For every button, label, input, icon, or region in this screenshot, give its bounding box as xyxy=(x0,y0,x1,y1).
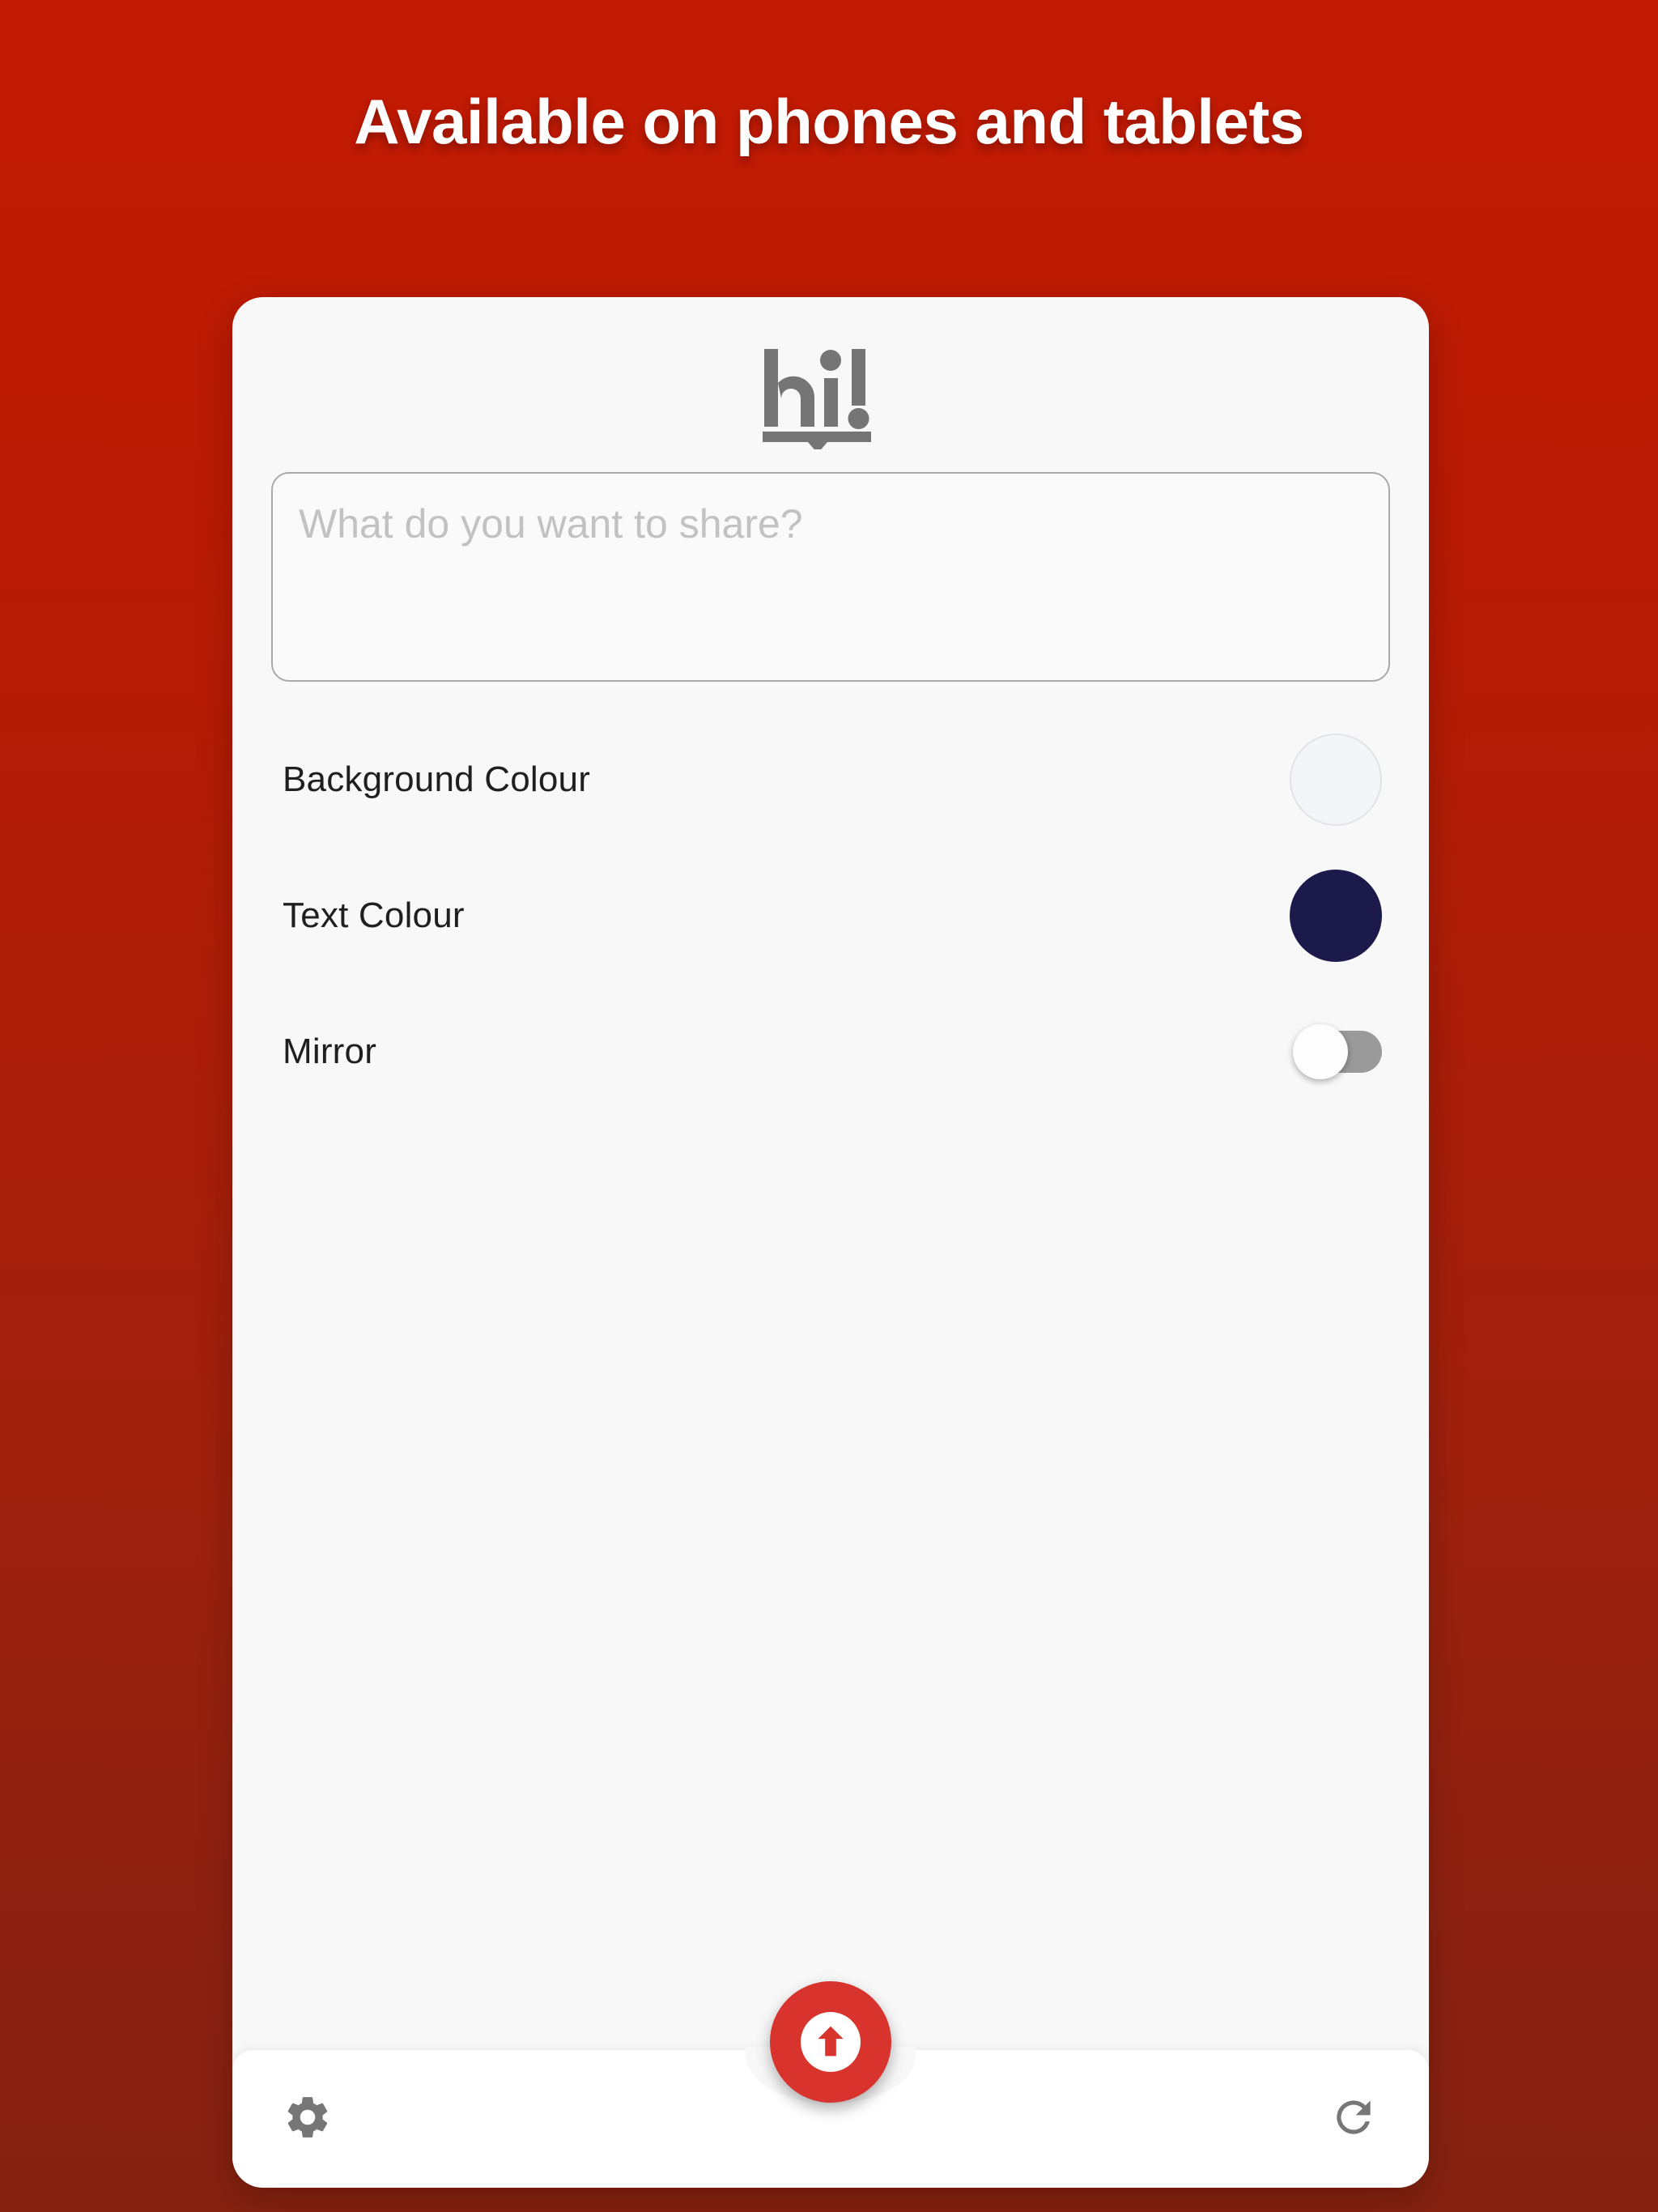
text-colour-swatch-icon[interactable] xyxy=(1290,870,1382,962)
setting-row-background-colour[interactable]: Background Colour xyxy=(232,712,1429,848)
refresh-button[interactable] xyxy=(1324,2089,1384,2149)
settings-list: Background Colour Text Colour Mirror xyxy=(232,712,1429,1120)
setting-label-background-colour: Background Colour xyxy=(283,759,591,799)
hi-speech-logo-icon xyxy=(758,344,903,449)
arrow-up-icon xyxy=(810,2020,852,2065)
page-title: Available on phones and tablets xyxy=(354,86,1304,157)
mirror-toggle-switch[interactable] xyxy=(1293,1024,1382,1079)
mirror-toggle-knob xyxy=(1293,1024,1348,1079)
fab-inner-circle xyxy=(801,2012,861,2072)
refresh-icon xyxy=(1329,2092,1379,2146)
setting-row-mirror[interactable]: Mirror xyxy=(232,984,1429,1120)
share-fab-button[interactable] xyxy=(770,1981,891,2103)
background-colour-swatch-icon[interactable] xyxy=(1290,734,1382,826)
setting-label-mirror: Mirror xyxy=(283,1032,377,1071)
mirror-control[interactable] xyxy=(1293,1024,1382,1079)
app-logo xyxy=(232,336,1429,457)
gear-icon xyxy=(283,2092,333,2146)
setting-row-text-colour[interactable]: Text Colour xyxy=(232,848,1429,984)
share-text-input[interactable] xyxy=(271,472,1390,682)
settings-button[interactable] xyxy=(278,2089,338,2149)
promo-screenshot: Available on phones and tablets What do … xyxy=(0,0,1658,2212)
text-colour-control[interactable] xyxy=(1290,870,1382,962)
background-colour-control[interactable] xyxy=(1290,734,1382,826)
app-preview-card: Background Colour Text Colour Mirror xyxy=(232,297,1429,2188)
setting-label-text-colour: Text Colour xyxy=(283,895,465,935)
